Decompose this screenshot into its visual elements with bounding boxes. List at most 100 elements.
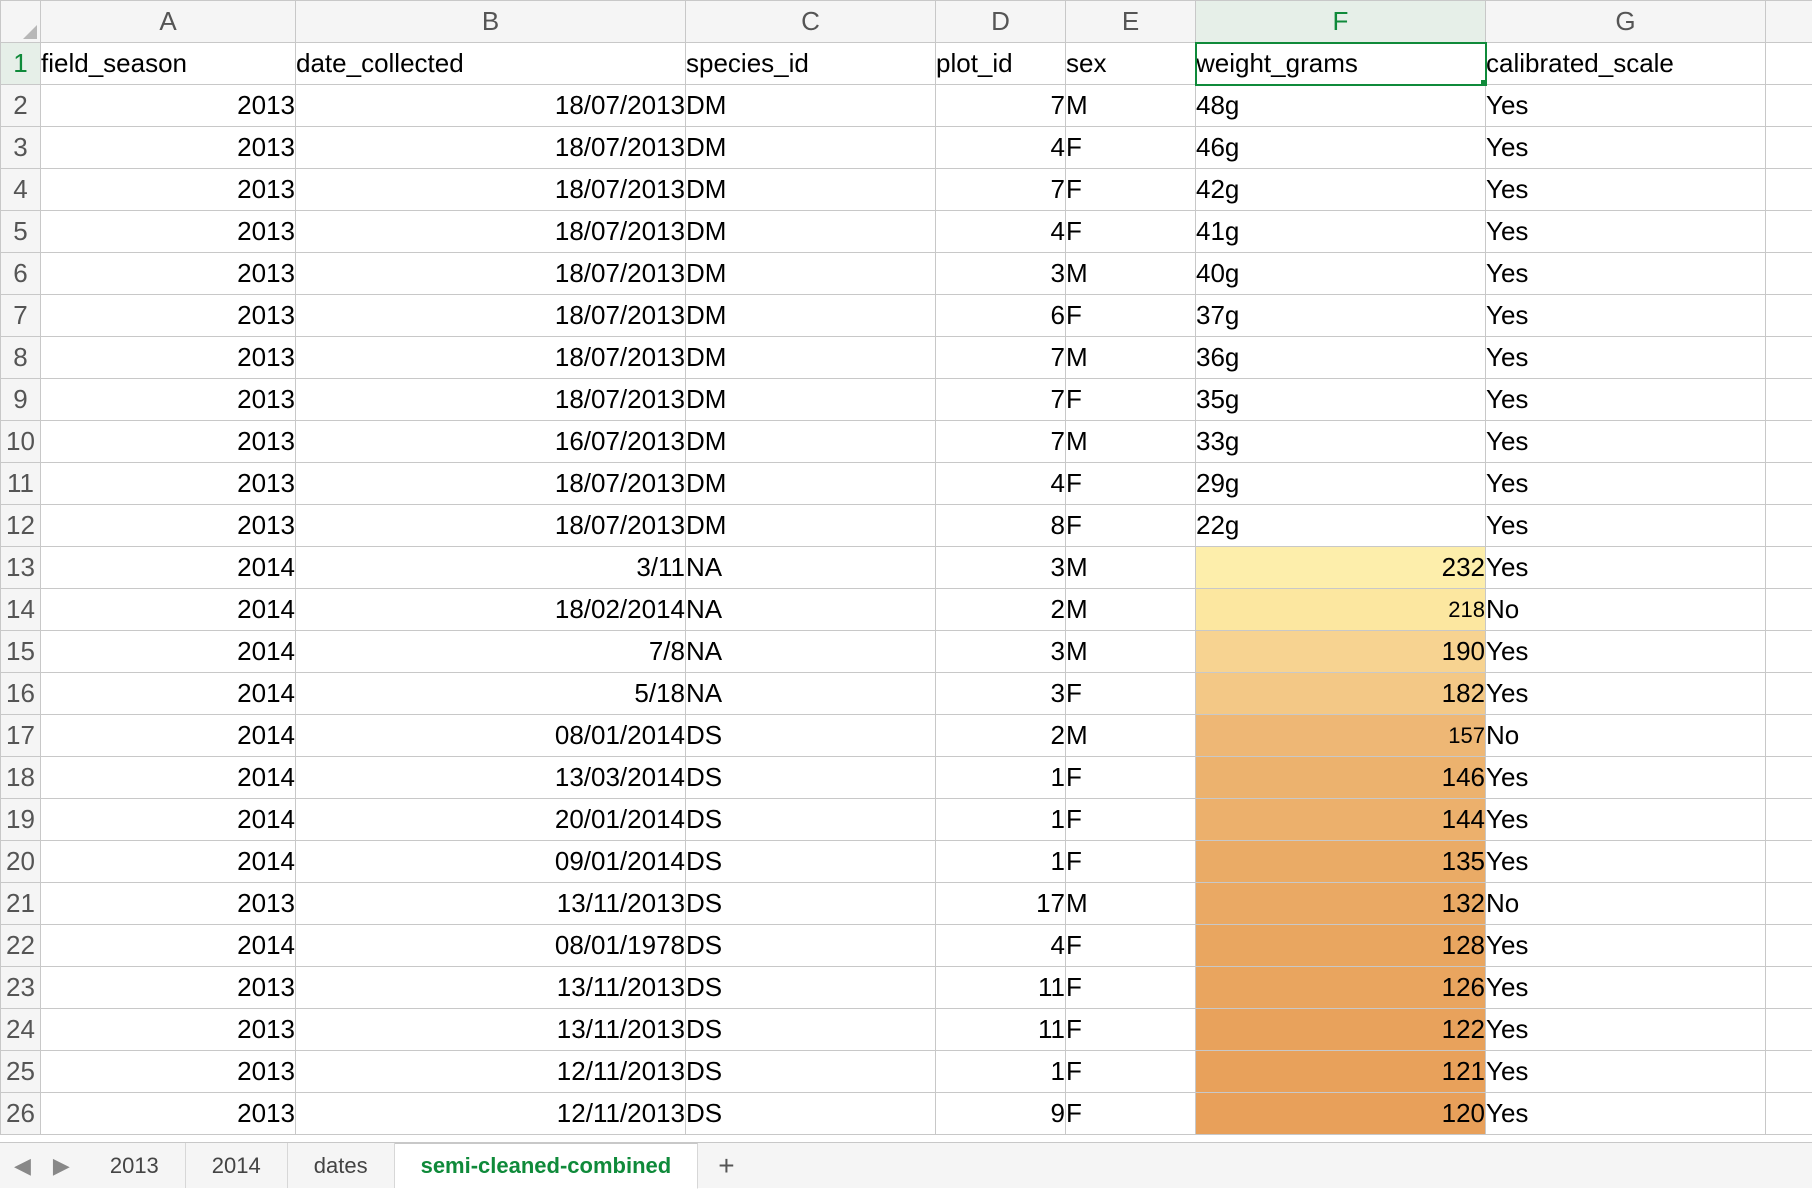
cell-A19[interactable]: 2014	[41, 799, 296, 841]
cell-extra[interactable]	[1766, 715, 1812, 757]
row-header[interactable]: 14	[1, 589, 41, 631]
cell-B15[interactable]: 7/8	[296, 631, 686, 673]
cell-G21[interactable]: No	[1486, 883, 1766, 925]
cell-B23[interactable]: 13/11/2013	[296, 967, 686, 1009]
cell-F11[interactable]: 29g	[1196, 463, 1486, 505]
cell-E12[interactable]: F	[1066, 505, 1196, 547]
row-header[interactable]: 9	[1, 379, 41, 421]
cell-extra[interactable]	[1766, 421, 1812, 463]
cell-E22[interactable]: F	[1066, 925, 1196, 967]
cell-D8[interactable]: 7	[936, 337, 1066, 379]
cell-F9[interactable]: 35g	[1196, 379, 1486, 421]
cell-E1[interactable]: sex	[1066, 43, 1196, 85]
cell-D9[interactable]: 7	[936, 379, 1066, 421]
cell-A12[interactable]: 2013	[41, 505, 296, 547]
col-header-D[interactable]: D	[936, 1, 1066, 43]
cell-E5[interactable]: F	[1066, 211, 1196, 253]
cell-C14[interactable]: NA	[686, 589, 936, 631]
row-header[interactable]: 12	[1, 505, 41, 547]
cell-C15[interactable]: NA	[686, 631, 936, 673]
cell-A22[interactable]: 2014	[41, 925, 296, 967]
cell-D24[interactable]: 11	[936, 1009, 1066, 1051]
cell-B14[interactable]: 18/02/2014	[296, 589, 686, 631]
row-header[interactable]: 17	[1, 715, 41, 757]
cell-C24[interactable]: DS	[686, 1009, 936, 1051]
cell-G18[interactable]: Yes	[1486, 757, 1766, 799]
cell-C5[interactable]: DM	[686, 211, 936, 253]
cell-extra[interactable]	[1766, 589, 1812, 631]
cell-A2[interactable]: 2013	[41, 85, 296, 127]
cell-A10[interactable]: 2013	[41, 421, 296, 463]
cell-B1[interactable]: date_collected	[296, 43, 686, 85]
cell-D2[interactable]: 7	[936, 85, 1066, 127]
cell-D4[interactable]: 7	[936, 169, 1066, 211]
cell-A20[interactable]: 2014	[41, 841, 296, 883]
cell-extra[interactable]	[1766, 337, 1812, 379]
cell-extra[interactable]	[1766, 967, 1812, 1009]
row-header[interactable]: 13	[1, 547, 41, 589]
cell-extra[interactable]	[1766, 925, 1812, 967]
cell-A1[interactable]: field_season	[41, 43, 296, 85]
cell-G17[interactable]: No	[1486, 715, 1766, 757]
cell-B26[interactable]: 12/11/2013	[296, 1093, 686, 1135]
cell-F4[interactable]: 42g	[1196, 169, 1486, 211]
cell-E14[interactable]: M	[1066, 589, 1196, 631]
col-header-E[interactable]: E	[1066, 1, 1196, 43]
cell-G22[interactable]: Yes	[1486, 925, 1766, 967]
cell-F15[interactable]: 190	[1196, 631, 1486, 673]
cell-D6[interactable]: 3	[936, 253, 1066, 295]
cell-G3[interactable]: Yes	[1486, 127, 1766, 169]
cell-extra[interactable]	[1766, 547, 1812, 589]
cell-G5[interactable]: Yes	[1486, 211, 1766, 253]
cell-B20[interactable]: 09/01/2014	[296, 841, 686, 883]
cell-D22[interactable]: 4	[936, 925, 1066, 967]
row-header[interactable]: 10	[1, 421, 41, 463]
cell-F13[interactable]: 232	[1196, 547, 1486, 589]
cell-A5[interactable]: 2013	[41, 211, 296, 253]
cell-E7[interactable]: F	[1066, 295, 1196, 337]
cell-D25[interactable]: 1	[936, 1051, 1066, 1093]
cell-C6[interactable]: DM	[686, 253, 936, 295]
cell-B3[interactable]: 18/07/2013	[296, 127, 686, 169]
cell-A4[interactable]: 2013	[41, 169, 296, 211]
spreadsheet-grid[interactable]: A B C D E F G 1field_seasondate_collecte…	[0, 0, 1812, 1135]
cell-B9[interactable]: 18/07/2013	[296, 379, 686, 421]
cell-A18[interactable]: 2014	[41, 757, 296, 799]
cell-extra[interactable]	[1766, 127, 1812, 169]
col-header-B[interactable]: B	[296, 1, 686, 43]
cell-F17[interactable]: 157	[1196, 715, 1486, 757]
tab-nav-prev-icon[interactable]: ◀	[8, 1153, 37, 1179]
cell-A3[interactable]: 2013	[41, 127, 296, 169]
cell-C8[interactable]: DM	[686, 337, 936, 379]
row-header[interactable]: 3	[1, 127, 41, 169]
cell-extra[interactable]	[1766, 253, 1812, 295]
cell-G25[interactable]: Yes	[1486, 1051, 1766, 1093]
col-header-F[interactable]: F	[1196, 1, 1486, 43]
cell-A8[interactable]: 2013	[41, 337, 296, 379]
cell-G26[interactable]: Yes	[1486, 1093, 1766, 1135]
cell-G23[interactable]: Yes	[1486, 967, 1766, 1009]
cell-G9[interactable]: Yes	[1486, 379, 1766, 421]
row-header[interactable]: 22	[1, 925, 41, 967]
cell-extra[interactable]	[1766, 295, 1812, 337]
cell-E13[interactable]: M	[1066, 547, 1196, 589]
cell-F12[interactable]: 22g	[1196, 505, 1486, 547]
cell-F8[interactable]: 36g	[1196, 337, 1486, 379]
cell-D14[interactable]: 2	[936, 589, 1066, 631]
cell-B4[interactable]: 18/07/2013	[296, 169, 686, 211]
cell-extra[interactable]	[1766, 43, 1812, 85]
cell-F26[interactable]: 120	[1196, 1093, 1486, 1135]
cell-E26[interactable]: F	[1066, 1093, 1196, 1135]
sheet-tab[interactable]: dates	[288, 1143, 395, 1188]
cell-extra[interactable]	[1766, 883, 1812, 925]
cell-extra[interactable]	[1766, 799, 1812, 841]
cell-B11[interactable]: 18/07/2013	[296, 463, 686, 505]
cell-G19[interactable]: Yes	[1486, 799, 1766, 841]
cell-C13[interactable]: NA	[686, 547, 936, 589]
cell-C20[interactable]: DS	[686, 841, 936, 883]
cell-C16[interactable]: NA	[686, 673, 936, 715]
cell-G20[interactable]: Yes	[1486, 841, 1766, 883]
cell-A21[interactable]: 2013	[41, 883, 296, 925]
cell-A13[interactable]: 2014	[41, 547, 296, 589]
cell-G13[interactable]: Yes	[1486, 547, 1766, 589]
